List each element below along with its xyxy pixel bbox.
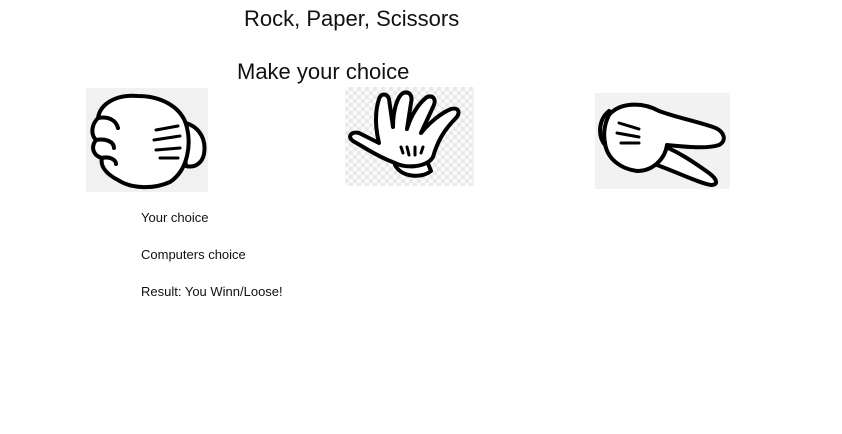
rock-choice-button[interactable] <box>86 88 208 192</box>
result-label: Result: You Winn/Loose! <box>141 284 283 299</box>
scissors-choice-button[interactable] <box>595 93 730 189</box>
your-choice-label: Your choice <box>141 210 209 225</box>
page-title: Rock, Paper, Scissors <box>244 6 460 31</box>
computer-choice-label: Computers choice <box>141 247 246 262</box>
scissors-hand-icon <box>598 102 726 187</box>
rock-hand-icon <box>90 93 207 189</box>
paper-hand-icon <box>348 90 461 178</box>
choice-prompt: Make your choice <box>237 59 410 84</box>
paper-choice-button[interactable] <box>345 87 474 186</box>
